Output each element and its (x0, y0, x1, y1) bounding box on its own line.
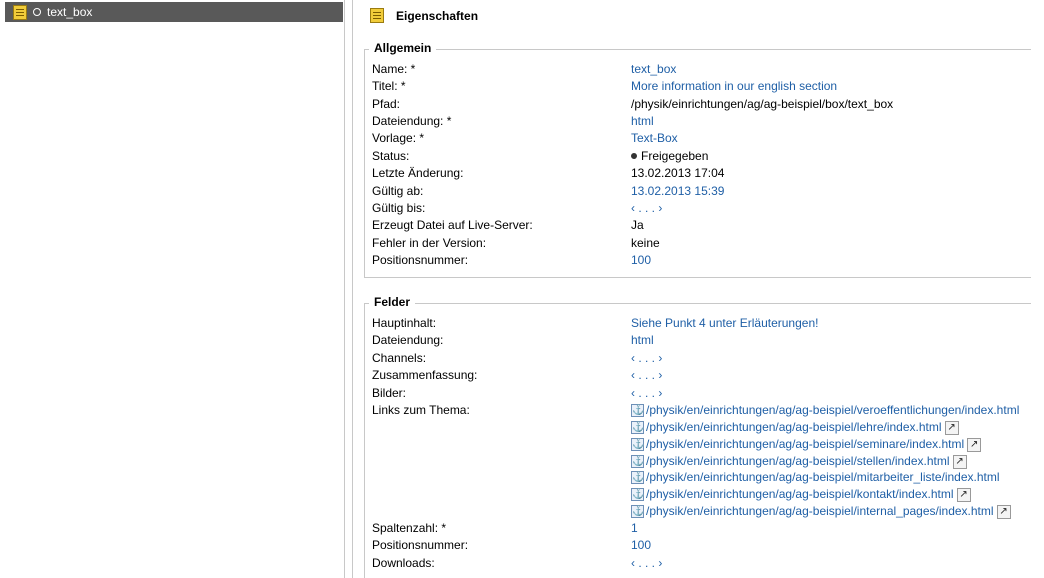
panel-header: Eigenschaften (370, 8, 478, 23)
related-link[interactable]: /physik/en/einrichtungen/ag/ag-beispiel/… (646, 453, 950, 470)
related-link[interactable]: /physik/en/einrichtungen/ag/ag-beispiel/… (646, 402, 1019, 419)
panel-title: Eigenschaften (396, 8, 479, 23)
external-link-icon[interactable]: ↗ (967, 437, 982, 452)
anchor-icon: ⚓ (631, 488, 645, 501)
downloads-link[interactable]: ‹ . . . › (631, 555, 662, 572)
related-link-row: ⚓ /physik/en/einrichtungen/ag/ag-beispie… (631, 453, 967, 470)
anchor-icon: ⚓ (631, 471, 645, 484)
external-link-icon[interactable]: ↗ (956, 487, 971, 502)
tree-item-text-box[interactable]: text_box (5, 2, 343, 22)
status-value: Freigegeben (631, 148, 708, 165)
related-link-row: ⚓ /physik/en/einrichtungen/ag/ag-beispie… (631, 419, 959, 436)
field-extension-link[interactable]: html (631, 332, 654, 349)
related-link[interactable]: /physik/en/einrichtungen/ag/ag-beispiel/… (646, 436, 964, 453)
live-server-value: Ja (631, 218, 644, 232)
related-link-row: ⚓ /physik/en/einrichtungen/ag/ag-beispie… (631, 503, 1025, 520)
pane-divider[interactable] (344, 0, 345, 578)
tree-pane: text_box (0, 0, 345, 578)
valid-until-link[interactable]: ‹ . . . › (631, 200, 662, 217)
status-dot-icon (631, 153, 637, 159)
document-icon (370, 8, 384, 23)
main-content-link[interactable]: Siehe Punkt 4 unter Erläuterungen! (631, 315, 818, 332)
related-link[interactable]: /physik/en/einrichtungen/ag/ag-beispiel/… (646, 503, 994, 520)
extension-link[interactable]: html (631, 113, 654, 130)
columns-link[interactable]: 1 (631, 520, 638, 537)
status-circle-icon (33, 8, 41, 16)
tree-item-label: text_box (47, 5, 93, 19)
fieldset-felder: Felder Hauptinhalt: Siehe Punkt 4 unter … (364, 295, 1031, 578)
related-link-row: ⚓ /physik/en/einrichtungen/ag/ag-beispie… (631, 469, 1000, 486)
related-link-row: ⚓ /physik/en/einrichtungen/ag/ag-beispie… (631, 402, 1019, 419)
related-link[interactable]: /physik/en/einrichtungen/ag/ag-beispiel/… (646, 469, 1000, 486)
images-link[interactable]: ‹ . . . › (631, 385, 662, 402)
fieldset-allgemein: Allgemein Name: * text_box Titel: * More… (364, 41, 1031, 278)
position-link[interactable]: 100 (631, 252, 651, 269)
external-link-icon[interactable]: ↗ (944, 420, 959, 435)
properties-panel: Eigenschaften Allgemein Name: * text_box… (353, 0, 1044, 578)
related-link-row: ⚓ /physik/en/einrichtungen/ag/ag-beispie… (631, 436, 982, 453)
related-link[interactable]: /physik/en/einrichtungen/ag/ag-beispiel/… (646, 486, 954, 503)
valid-from-link[interactable]: 13.02.2013 15:39 (631, 183, 724, 200)
document-icon (13, 4, 27, 20)
channels-link[interactable]: ‹ . . . › (631, 350, 662, 367)
related-link[interactable]: /physik/en/einrichtungen/ag/ag-beispiel/… (646, 419, 942, 436)
anchor-icon: ⚓ (631, 455, 645, 468)
external-link-icon[interactable]: ↗ (952, 454, 967, 469)
external-link-icon[interactable]: ↗ (996, 504, 1011, 519)
legend-felder: Felder (369, 295, 416, 309)
template-link[interactable]: Text-Box (631, 130, 678, 147)
errors-value: keine (631, 236, 660, 250)
last-change-value: 13.02.2013 17:04 (631, 166, 725, 180)
anchor-icon: ⚓ (631, 438, 645, 451)
anchor-icon: ⚓ (631, 505, 645, 518)
field-position-link[interactable]: 100 (631, 537, 651, 554)
title-link[interactable]: More information in our english section (631, 78, 837, 95)
path-value: /physik/einrichtungen/ag/ag-beispiel/box… (631, 97, 894, 111)
legend-allgemein: Allgemein (369, 41, 437, 55)
related-link-row: ⚓ /physik/en/einrichtungen/ag/ag-beispie… (631, 486, 971, 503)
summary-link[interactable]: ‹ . . . › (631, 367, 662, 384)
anchor-icon: ⚓ (631, 421, 645, 434)
name-link[interactable]: text_box (631, 61, 676, 78)
anchor-icon: ⚓ (631, 404, 645, 417)
